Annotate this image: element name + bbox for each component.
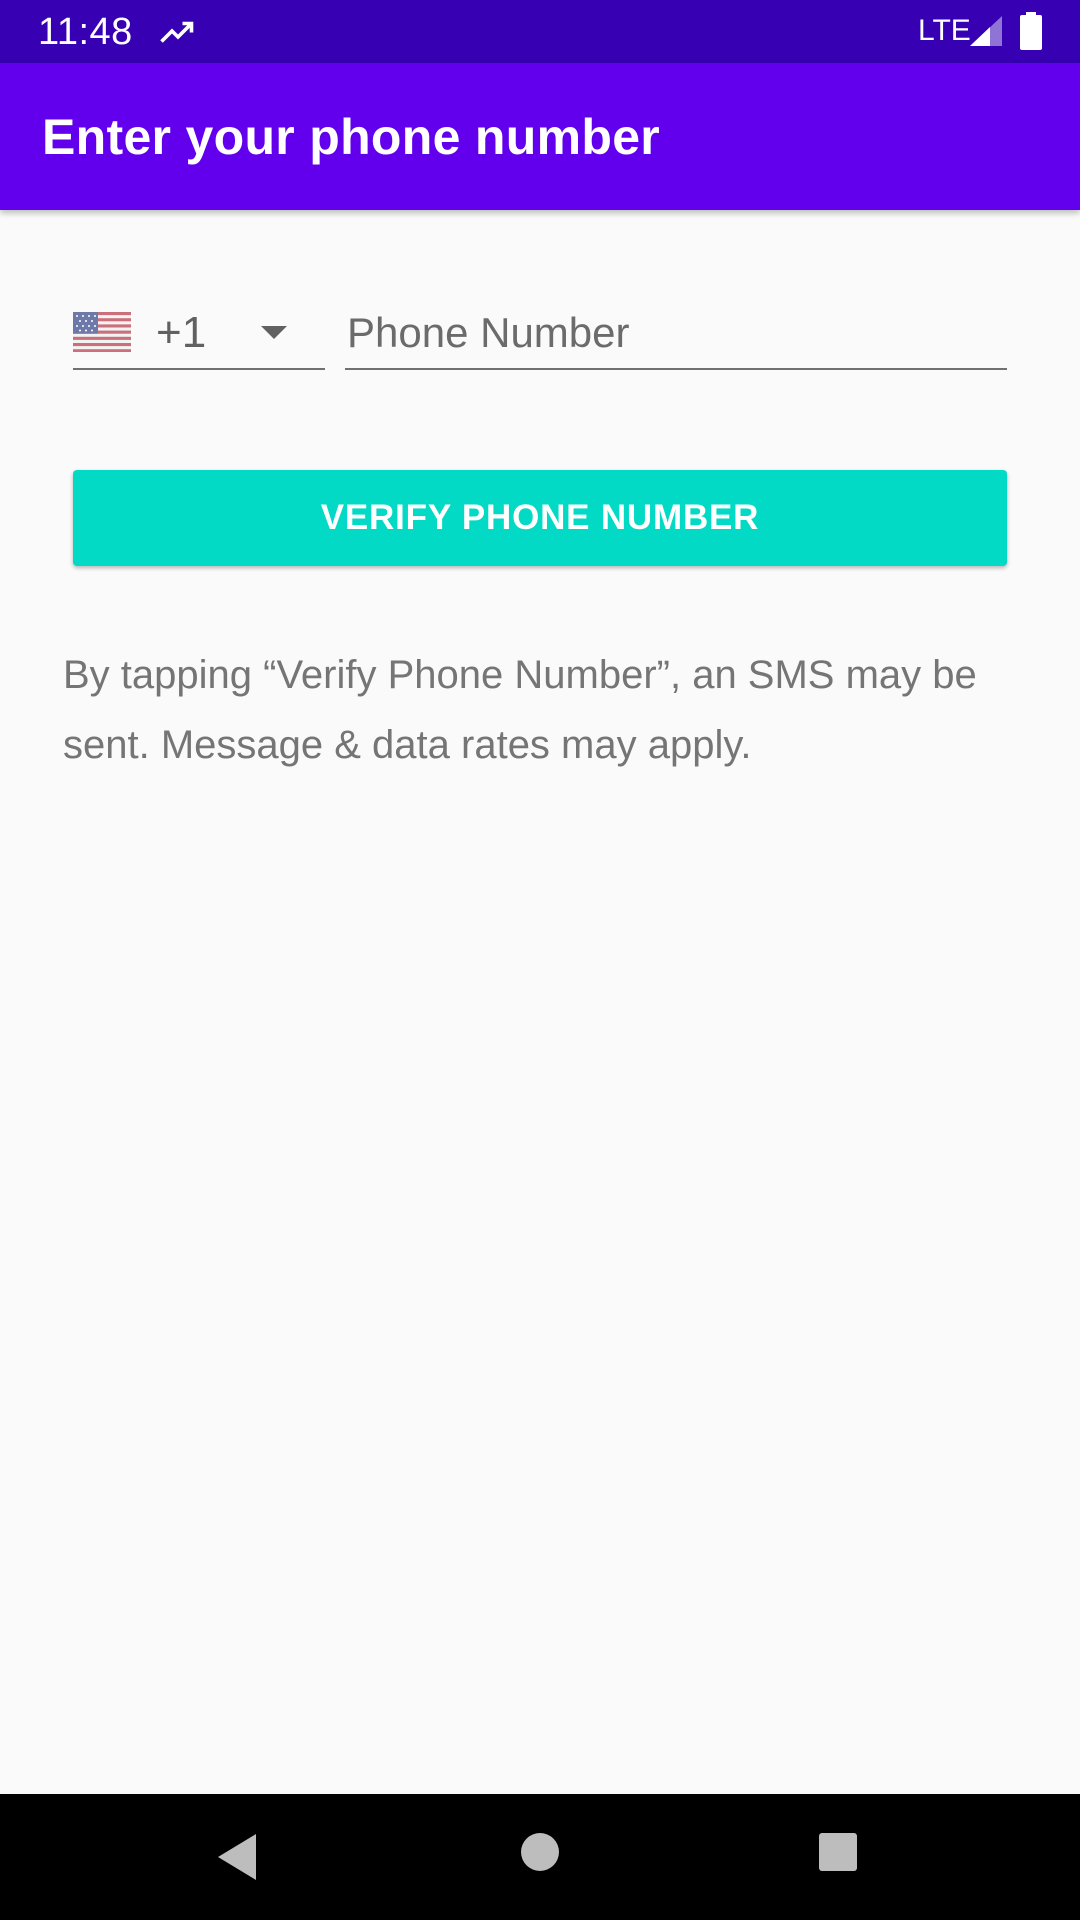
status-time: 11:48 [38,11,133,53]
recents-icon[interactable] [818,1832,858,1872]
home-icon[interactable] [520,1832,560,1872]
battery-icon [1020,12,1042,50]
navigation-bar [0,1794,1080,1920]
status-bar: 11:48 LTE [0,0,1080,63]
verify-phone-number-button[interactable]: VERIFY PHONE NUMBER [73,470,1007,566]
phone-number-input[interactable] [345,300,1007,366]
sms-disclaimer: By tapping “Verify Phone Number”, an SMS… [63,653,977,767]
chevron-down-icon [261,326,287,339]
country-code: +1 [156,308,207,357]
trending-up-icon [160,21,194,43]
country-code-selector[interactable]: +1 [73,300,325,370]
app-bar: Enter your phone number [0,63,1080,210]
phone-number-field [345,300,1007,370]
signal-icon [970,16,1002,46]
back-icon[interactable] [216,1832,260,1882]
page-title: Enter your phone number [42,109,661,165]
network-type: LTE [918,14,971,47]
us-flag-icon [73,312,131,352]
